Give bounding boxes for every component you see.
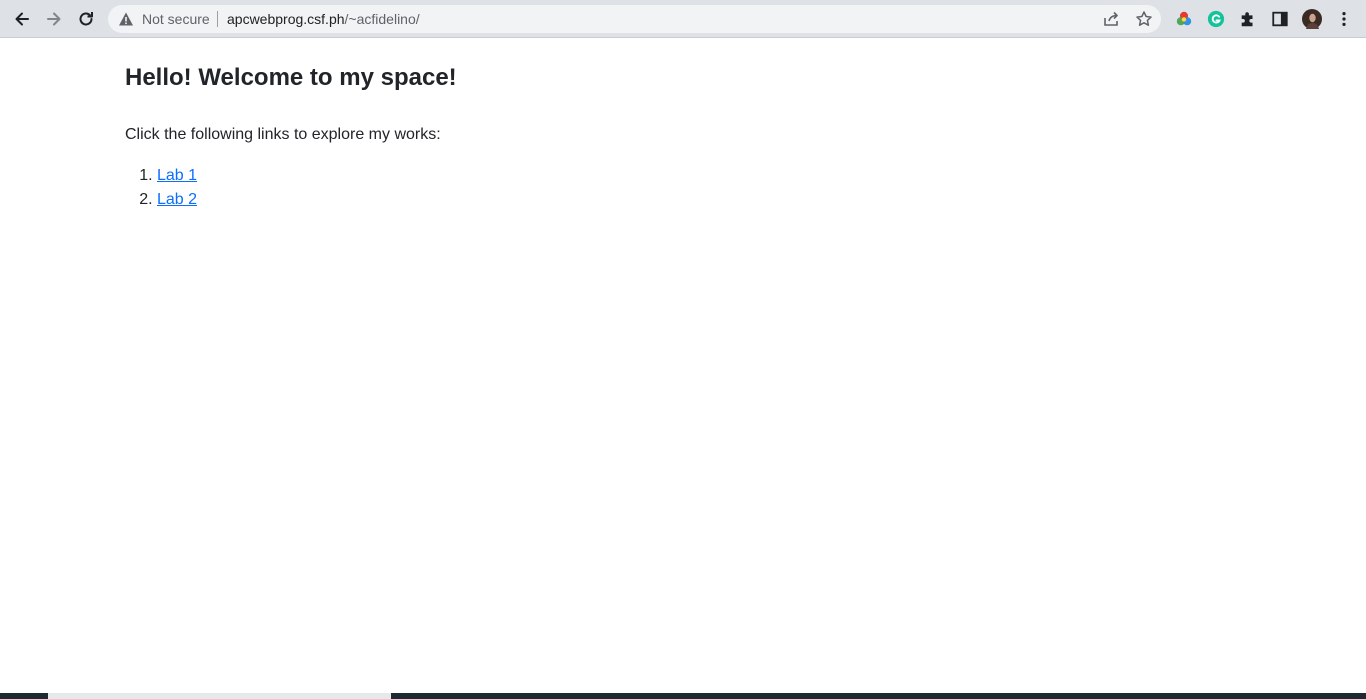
lab-1-link[interactable]: Lab 1 xyxy=(157,167,197,184)
security-label[interactable]: Not secure xyxy=(142,11,210,27)
menu-button[interactable] xyxy=(1334,9,1354,29)
page-heading: Hello! Welcome to my space! xyxy=(125,64,457,91)
profile-avatar xyxy=(1302,9,1322,29)
intro-text: Click the following links to explore my … xyxy=(125,126,441,143)
grammarly-icon xyxy=(1207,10,1225,28)
url-path: /~acfidelino/ xyxy=(344,11,420,27)
bookmark-star-icon[interactable] xyxy=(1135,10,1153,28)
list-item: Lab 2 xyxy=(157,188,197,212)
forward-button[interactable] xyxy=(40,5,68,33)
works-list: Lab 1 Lab 2 xyxy=(125,164,197,212)
back-icon xyxy=(15,12,29,26)
url-text[interactable]: apcwebprog.csf.ph/~acfidelino/ xyxy=(227,11,420,27)
color-extension-button[interactable] xyxy=(1174,9,1194,29)
back-button[interactable] xyxy=(8,5,36,33)
grammarly-button[interactable] xyxy=(1206,9,1226,29)
url-host: apcwebprog.csf.ph xyxy=(227,11,345,27)
list-item: Lab 1 xyxy=(157,164,197,188)
address-bar[interactable]: Not secure apcwebprog.csf.ph/~acfidelino… xyxy=(108,5,1161,33)
reload-icon xyxy=(79,12,93,26)
warning-icon[interactable] xyxy=(118,11,134,27)
profile-button[interactable] xyxy=(1302,9,1322,29)
omnibox-divider xyxy=(217,11,218,27)
taskbar-active-item[interactable] xyxy=(48,693,391,699)
reload-button[interactable] xyxy=(72,5,100,33)
side-panel-button[interactable] xyxy=(1270,9,1290,29)
side-panel-icon xyxy=(1272,11,1288,27)
menu-kebab-icon xyxy=(1342,11,1346,27)
lab-2-link[interactable]: Lab 2 xyxy=(157,191,197,208)
forward-icon xyxy=(47,12,61,26)
taskbar-edge xyxy=(0,693,1366,699)
extensions-puzzle-icon xyxy=(1241,12,1253,27)
browser-toolbar: Not secure apcwebprog.csf.ph/~acfidelino… xyxy=(0,0,1366,38)
extensions-button[interactable] xyxy=(1238,9,1258,29)
color-extension-icon xyxy=(1176,11,1192,26)
share-icon[interactable] xyxy=(1102,10,1120,28)
